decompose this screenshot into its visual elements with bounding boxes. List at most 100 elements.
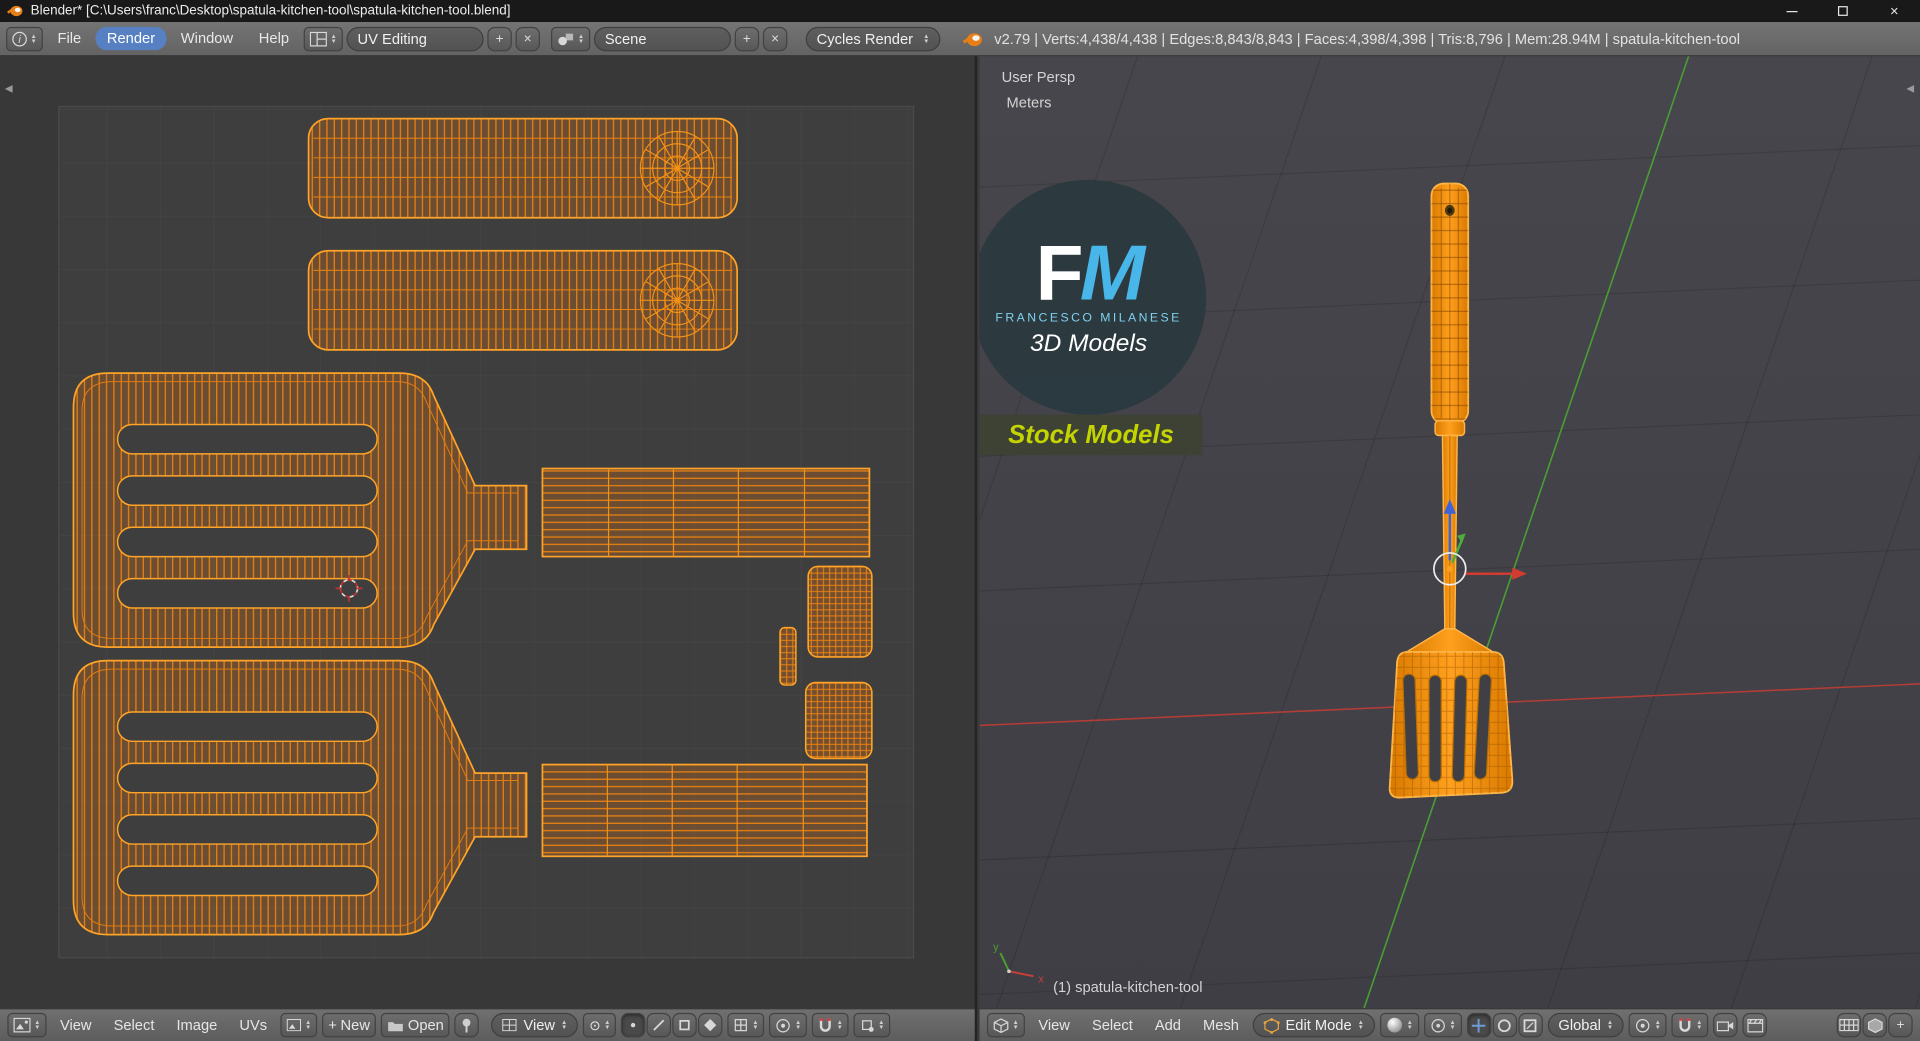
viewport-3d-canvas[interactable]: ◀ x y User Persp Meters (1) spatula-kitc… [979, 56, 1920, 1008]
occlude-geometry-button[interactable] [1862, 1012, 1887, 1038]
uv-menu-view[interactable]: View [51, 1014, 100, 1037]
open-image-label: Open [407, 1016, 444, 1034]
updown-arrows-icon: ▲ ▼ [1406, 1019, 1413, 1032]
snap-element-button[interactable]: ▲ ▼ [853, 1012, 891, 1038]
editor-type-button[interactable]: ▲ ▼ [7, 1012, 47, 1038]
render-engine-select[interactable]: Cycles Render ▲ ▼ [805, 26, 941, 51]
maximize-icon [1837, 6, 1848, 16]
pin-image-button[interactable] [454, 1012, 480, 1038]
uv-canvas[interactable]: ◀ [0, 56, 975, 1008]
blender-window: Blender* [C:\Users\franc\Desktop\spatula… [0, 0, 1920, 1041]
blender-logo-icon [962, 32, 982, 46]
window-title: Blender* [C:\Users\franc\Desktop\spatula… [30, 3, 511, 19]
menu-render[interactable]: Render [95, 26, 167, 51]
uv-island-cap-2[interactable] [804, 681, 873, 760]
menu-help[interactable]: Help [248, 27, 300, 50]
uv-select-face-button[interactable] [672, 1012, 698, 1038]
uv-island-handle-strip-2[interactable] [307, 249, 739, 351]
view3d-menu-mesh[interactable]: Mesh [1194, 1014, 1247, 1037]
magnet-icon [1679, 1017, 1691, 1032]
viewport-axis-gizmo: x y [993, 942, 1044, 986]
view3d-menu-add[interactable]: Add [1146, 1014, 1189, 1037]
proportional-edit-button[interactable]: ▲ ▼ [1629, 1012, 1667, 1038]
render-opengl-button[interactable] [1713, 1012, 1738, 1038]
uv-select-edge-button[interactable] [647, 1012, 672, 1038]
delete-layout-button[interactable]: × [515, 26, 540, 51]
editor-type-info-button[interactable]: i ▲ ▼ [6, 26, 43, 51]
gizmo-x-arrowhead[interactable] [1512, 567, 1527, 580]
layers-icon [1839, 1019, 1859, 1032]
uv-editor-view[interactable] [0, 56, 975, 1008]
add-layout-button[interactable]: + [487, 26, 512, 51]
delete-scene-button[interactable]: × [762, 26, 788, 51]
uv-island-neck-strip-2[interactable] [541, 763, 868, 858]
screen-layout-field[interactable]: UV Editing [346, 26, 484, 51]
menu-window[interactable]: Window [170, 27, 244, 50]
region-collapse-arrow-icon[interactable]: ◀ [1906, 83, 1914, 94]
manipulator-group [1466, 1012, 1543, 1038]
uv-menu-select[interactable]: Select [105, 1014, 163, 1037]
uv-menu-image[interactable]: Image [168, 1014, 226, 1037]
uv-sticky-select-button[interactable]: ▲ ▼ [727, 1012, 765, 1038]
scene-field[interactable]: Scene [593, 26, 731, 51]
updown-arrows-icon: ▲ ▼ [604, 1019, 611, 1032]
snap-magnet-button[interactable]: ▲ ▼ [812, 1012, 849, 1038]
uv-island-handle-strip-1[interactable] [307, 117, 739, 219]
region-collapse-arrow-icon[interactable]: ◀ [5, 83, 13, 94]
manipulator-rotate-button[interactable] [1492, 1012, 1517, 1038]
updown-arrows-icon: ▲ ▼ [836, 1019, 843, 1032]
render-opengl-anim-button[interactable] [1742, 1012, 1768, 1038]
watermark-tagline: 3D Models [1030, 329, 1148, 357]
open-image-button[interactable]: Open [380, 1012, 450, 1038]
layers-grid-button[interactable] [1836, 1012, 1862, 1038]
updown-arrows-icon: ▲ ▼ [1607, 1019, 1614, 1032]
scene-browse-button[interactable]: ▲ ▼ [551, 26, 591, 51]
active-object-label: (1) spatula-kitchen-tool [1053, 978, 1203, 996]
scene-stats: v2.79 | Verts:4,438/4,438 | Edges:8,843/… [994, 29, 1741, 48]
image-browse-button[interactable]: ▲ ▼ [280, 1012, 318, 1038]
viewport-3d-panel: ◀ x y User Persp Meters (1) spatula-kitc… [979, 56, 1920, 1041]
close-button[interactable]: × [1869, 0, 1920, 22]
updown-arrows-icon: ▲ ▼ [34, 1019, 41, 1032]
info-icon: i [12, 31, 27, 46]
view3d-menu-select[interactable]: Select [1083, 1014, 1141, 1037]
view3d-menu-view[interactable]: View [1030, 1014, 1079, 1037]
maximize-button[interactable] [1817, 0, 1868, 22]
gizmo-y-arrowhead[interactable] [1457, 533, 1466, 544]
scene-icon [558, 33, 574, 45]
uv-island-cap-1[interactable] [807, 565, 873, 658]
updown-arrows-icon: ▲ ▼ [1012, 1019, 1019, 1032]
uv-select-island-button[interactable] [698, 1012, 723, 1038]
watermark-name: FRANCESCO MILANESE [995, 311, 1182, 325]
scene-value: Scene [604, 29, 647, 48]
manipulator-translate-button[interactable] [1466, 1012, 1492, 1038]
add-scene-button[interactable]: + [734, 26, 760, 51]
new-image-button[interactable]: + New [322, 1012, 377, 1038]
spatula-mesh[interactable] [1388, 182, 1514, 799]
editor-type-button[interactable]: ▲ ▼ [986, 1012, 1025, 1038]
region-add-button[interactable]: + [1888, 1012, 1913, 1038]
menu-file[interactable]: File [46, 27, 92, 50]
screen-layout-browse-button[interactable]: ▲ ▼ [303, 26, 343, 51]
minimize-button[interactable] [1766, 0, 1817, 22]
orientation-select[interactable]: Global ▲ ▼ [1547, 1012, 1625, 1038]
translate-manipulator-icon [1472, 1018, 1486, 1032]
manipulator-scale-button[interactable] [1518, 1012, 1543, 1038]
proportional-edit-icon [776, 1018, 791, 1032]
mode-select[interactable]: Edit Mode ▲ ▼ [1252, 1012, 1375, 1038]
updown-arrows-icon: ▲ ▼ [795, 1019, 802, 1032]
proportional-edit-button[interactable]: ▲ ▼ [769, 1012, 808, 1038]
uv-display-mode-select[interactable]: View ▲ ▼ [491, 1012, 579, 1038]
uv-display-mode-value: View [523, 1016, 556, 1034]
uv-sync-select-button[interactable]: ⊙ ▲ ▼ [583, 1012, 617, 1038]
uv-island-sliver[interactable] [779, 626, 797, 686]
pivot-point-button[interactable]: ▲ ▼ [1423, 1012, 1462, 1038]
uv-menu-uvs[interactable]: UVs [231, 1014, 276, 1037]
uv-island-neck-strip-1[interactable] [541, 467, 871, 558]
updown-arrows-icon: ▲ ▼ [30, 32, 37, 45]
viewport-shading-button[interactable]: ▲ ▼ [1379, 1012, 1419, 1038]
island-select-icon [704, 1019, 717, 1032]
uv-select-vertex-button[interactable] [621, 1012, 646, 1038]
display-mode-icon [502, 1019, 518, 1032]
snap-magnet-button[interactable]: ▲ ▼ [1671, 1012, 1709, 1038]
